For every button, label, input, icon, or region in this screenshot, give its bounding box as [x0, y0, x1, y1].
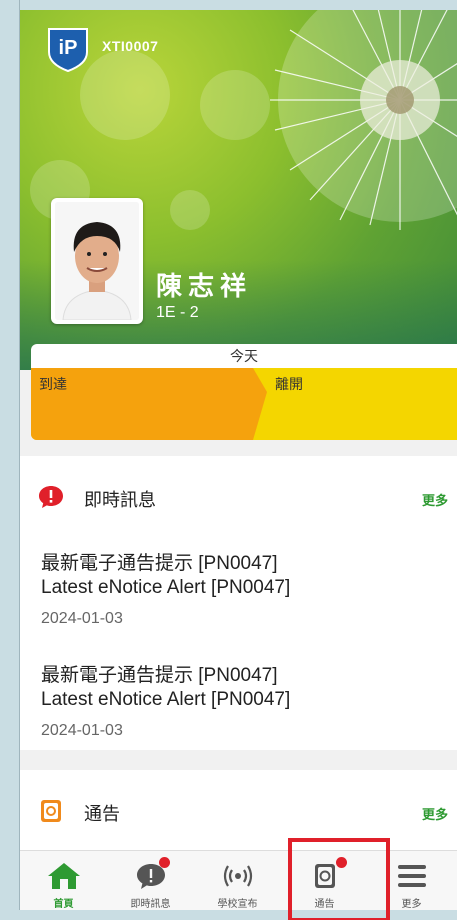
messages-card-header: 即時訊息 更多: [38, 484, 448, 510]
device-frame-left: [0, 0, 20, 920]
alert-bubble-icon: [39, 486, 63, 508]
school-code: XTI0007: [102, 38, 159, 54]
attendance-panel[interactable]: 今天 到達 離開: [31, 344, 457, 440]
tab-label: 即時訊息: [130, 899, 171, 910]
tab-announcements[interactable]: 學校宣布: [194, 851, 281, 910]
messages-card: 即時訊息 更多 最新電子通告提示 [PN0047] Latest eNotice…: [20, 456, 457, 750]
notice-card-title: 通告: [84, 804, 120, 824]
message-date: 2024-01-03: [41, 722, 123, 739]
home-icon: [47, 863, 80, 889]
avatar: [55, 202, 139, 320]
attendance-date: 今天: [31, 344, 457, 368]
school-logo-icon: iP: [48, 28, 88, 72]
tab-label: 學校宣布: [217, 899, 258, 910]
message-title-zh: 最新電子通告提示 [PN0047]: [41, 553, 278, 574]
profile-header: iP XTI0007 陳志祥 1E - 2: [20, 10, 457, 370]
bokeh-light: [80, 50, 170, 140]
message-date: 2024-01-03: [41, 610, 123, 627]
leave-label: 離開: [275, 376, 303, 392]
svg-text:iP: iP: [59, 37, 78, 59]
notice-more-link[interactable]: 更多: [422, 804, 448, 823]
bokeh-light: [200, 70, 270, 140]
menu-icon: [397, 865, 426, 887]
message-item[interactable]: 最新電子通告提示 [PN0047] Latest eNotice Alert […: [41, 664, 441, 740]
student-name: 陳志祥: [156, 271, 253, 301]
bottom-tab-bar: 首頁 即時訊息 學校宣布 通告 更多: [20, 850, 457, 910]
arrive-label: 到達: [39, 376, 67, 392]
unread-badge: [159, 857, 170, 868]
message-title-en: Latest eNotice Alert [PN0047]: [41, 577, 291, 598]
notice-book-icon: [41, 800, 61, 822]
student-photo: [51, 198, 143, 324]
app-screen: iP XTI0007 陳志祥 1E - 2 今天 到達 離開 即時訊息 更多 最…: [20, 10, 457, 910]
tab-messages[interactable]: 即時訊息: [107, 851, 194, 910]
highlight-annotation-box: [288, 838, 390, 920]
tab-home[interactable]: 首頁: [20, 851, 107, 910]
dandelion-image: [270, 10, 457, 230]
notice-card-header: 通告 更多: [38, 798, 448, 824]
student-class: 1E - 2: [156, 304, 199, 321]
tab-label: 首頁: [53, 899, 74, 910]
device-frame-top: [0, 0, 457, 10]
bokeh-light: [170, 190, 210, 230]
messages-card-title: 即時訊息: [84, 490, 156, 510]
notice-card: 通告 更多: [20, 770, 457, 860]
message-title-en: Latest eNotice Alert [PN0047]: [41, 689, 291, 710]
broadcast-icon: [223, 865, 252, 887]
message-title-zh: 最新電子通告提示 [PN0047]: [41, 665, 278, 686]
message-item[interactable]: 最新電子通告提示 [PN0047] Latest eNotice Alert […: [41, 552, 441, 628]
messages-more-link[interactable]: 更多: [422, 490, 448, 509]
